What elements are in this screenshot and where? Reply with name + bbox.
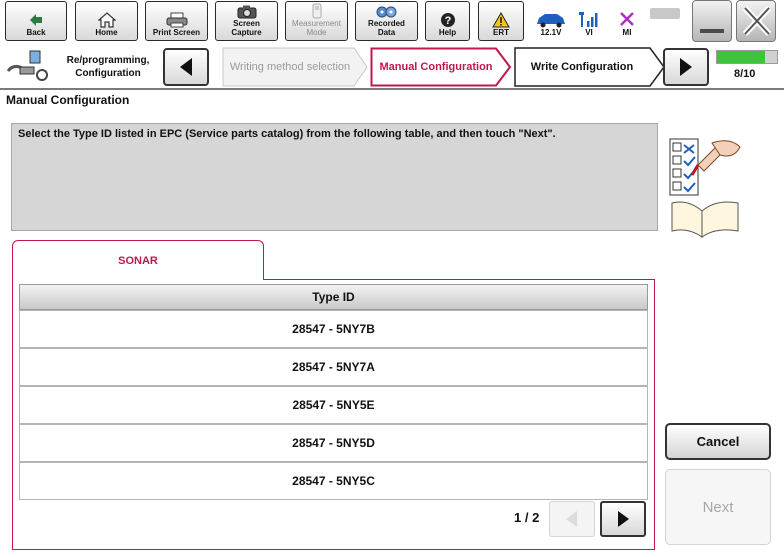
next-step-button[interactable] xyxy=(663,48,709,86)
mi-indicator: MI xyxy=(608,2,646,40)
ert-label: ERT xyxy=(493,28,509,37)
step-current-label: Manual Configuration xyxy=(379,60,493,73)
progress-bar xyxy=(716,50,778,64)
recorded-data-icon xyxy=(376,6,396,18)
table-row[interactable]: 28547 - 5NY5D xyxy=(19,424,648,462)
table-row[interactable]: 28547 - 5NY5E xyxy=(19,386,648,424)
type-id-cell: 28547 - 5NY5D xyxy=(292,436,375,450)
screen-capture-label: Screen Capture xyxy=(231,19,262,37)
help-button[interactable]: ? Help xyxy=(425,1,470,41)
ert-button[interactable]: ERT xyxy=(478,1,524,41)
step-prev-label: Writing method selection xyxy=(229,60,351,73)
module-label: Re/programming, Configuration xyxy=(66,55,150,79)
status-slot-icon xyxy=(650,8,680,19)
home-button[interactable]: Home xyxy=(75,1,138,41)
print-screen-button[interactable]: Print Screen xyxy=(145,1,208,41)
help-label: Help xyxy=(438,28,457,37)
previous-page-button[interactable] xyxy=(549,501,595,537)
printer-icon xyxy=(166,12,187,28)
table-row[interactable]: 28547 - 5NY7A xyxy=(19,348,648,386)
type-id-cell: 28547 - 5NY5C xyxy=(292,474,375,488)
back-label: Back xyxy=(26,28,46,37)
instruction-text: Select the Type ID listed in EPC (Servic… xyxy=(18,128,556,140)
close-icon xyxy=(742,5,772,37)
column-header-label: Type ID xyxy=(312,290,355,304)
vi-label: VI xyxy=(585,28,593,37)
tab-join xyxy=(13,278,263,281)
arrow-right-icon xyxy=(680,58,692,76)
print-screen-label: Print Screen xyxy=(152,28,201,37)
camera-icon xyxy=(237,5,256,19)
measurement-mode-label: Measurement Mode xyxy=(292,19,341,37)
step-next-label: Write Configuration xyxy=(530,60,634,73)
minimize-icon xyxy=(700,29,724,33)
minimize-button[interactable] xyxy=(692,0,732,42)
progress-fill xyxy=(717,51,765,63)
x-mark-icon xyxy=(620,12,634,26)
voltage-label: 12.1V xyxy=(540,28,562,37)
home-icon xyxy=(97,12,116,28)
vi-indicator: VI xyxy=(570,2,608,40)
mi-label: MI xyxy=(622,28,632,37)
battery-voltage-indicator: 12.1V xyxy=(532,2,570,40)
cancel-label: Cancel xyxy=(696,434,740,449)
manual-catalog-icon xyxy=(669,138,741,238)
next-label: Next xyxy=(702,498,734,516)
instruction-panel: Select the Type ID listed in EPC (Servic… xyxy=(11,123,658,231)
recorded-data-button[interactable]: Recorded Data xyxy=(355,1,418,41)
progress-label: 8/10 xyxy=(734,68,756,80)
navigation-bar: Re/programming, Configuration Writing me… xyxy=(0,44,784,90)
previous-step-button[interactable] xyxy=(163,48,209,86)
home-label: Home xyxy=(95,28,118,37)
signal-bars-icon xyxy=(579,12,598,27)
tab-sonar[interactable]: SONAR xyxy=(12,240,264,280)
back-button[interactable]: Back xyxy=(5,1,67,41)
warning-icon xyxy=(492,12,510,28)
table-row[interactable]: 28547 - 5NY5C xyxy=(19,462,648,500)
tab-sonar-label: SONAR xyxy=(118,254,158,267)
reprogramming-icon xyxy=(6,50,48,81)
table-row[interactable]: 28547 - 5NY7B xyxy=(19,310,648,348)
car-icon xyxy=(537,14,565,28)
arrow-left-icon xyxy=(566,511,577,527)
back-arrow-icon xyxy=(30,14,42,26)
next-button[interactable]: Next xyxy=(665,469,771,545)
top-toolbar: Back Home Print Screen Screen Capture Me… xyxy=(0,0,784,44)
close-button[interactable] xyxy=(736,0,776,42)
type-id-cell: 28547 - 5NY7B xyxy=(292,322,375,336)
screen-capture-button[interactable]: Screen Capture xyxy=(215,1,278,41)
svg-text:?: ? xyxy=(444,15,451,27)
page-indicator: 1 / 2 xyxy=(514,510,540,525)
type-id-column-header: Type ID xyxy=(19,284,648,310)
type-id-cell: 28547 - 5NY7A xyxy=(292,360,375,374)
cancel-button[interactable]: Cancel xyxy=(665,423,771,460)
arrow-left-icon xyxy=(180,58,192,76)
measurement-mode-button[interactable]: Measurement Mode xyxy=(285,1,348,41)
help-icon: ? xyxy=(440,13,455,27)
measurement-icon xyxy=(312,3,321,19)
next-page-button[interactable] xyxy=(600,501,646,537)
arrow-right-icon xyxy=(618,511,629,527)
page-title: Manual Configuration xyxy=(6,93,130,107)
recorded-data-label: Recorded Data xyxy=(368,19,405,37)
type-id-cell: 28547 - 5NY5E xyxy=(292,398,375,412)
